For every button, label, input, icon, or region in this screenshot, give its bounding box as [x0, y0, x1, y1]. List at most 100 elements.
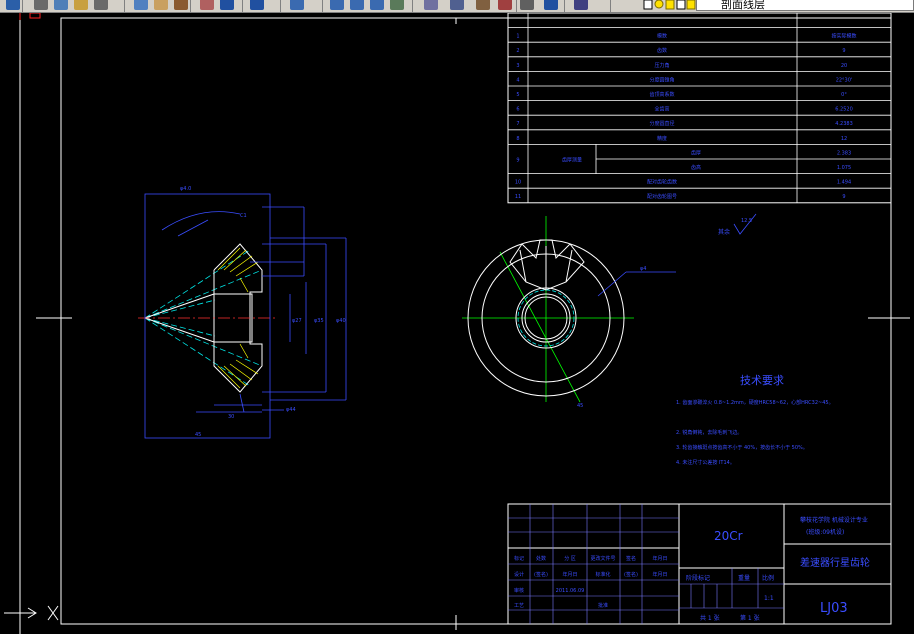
properties-icon[interactable]	[390, 0, 404, 10]
paste-icon[interactable]	[154, 0, 168, 10]
dim-label-b: φ27	[292, 318, 302, 324]
match-properties-icon[interactable]	[174, 0, 188, 10]
layer-state-icons-svg	[643, 0, 696, 10]
front-angle-label: 45	[577, 403, 583, 409]
undo-icon[interactable]	[220, 0, 234, 10]
side-dimensions	[144, 193, 347, 439]
param-value: 4.2383	[835, 121, 853, 127]
param-no: 2	[516, 48, 519, 54]
dim-label-e: 30	[228, 414, 234, 420]
brush-icon[interactable]	[200, 0, 214, 10]
param-table-row: 3 压力角 20	[516, 62, 847, 69]
notes-item-1: 1. 齿面渗碳淬火 0.8~1.2mm，硬度HRC58~62，心部HRC32~4…	[676, 399, 834, 406]
pan-icon[interactable]	[290, 0, 304, 10]
layer-dropdown-value: 剖面线层	[721, 0, 765, 11]
design-center-icon[interactable]	[424, 0, 438, 10]
ucs-icon	[4, 605, 59, 621]
param-no: 1	[516, 34, 519, 40]
dim-label-top: φ4.0	[180, 186, 191, 192]
title-block-cell: 年月日	[652, 555, 667, 562]
param-value: 1.494	[837, 180, 851, 186]
zoom-previous-icon[interactable]	[370, 0, 384, 10]
param-table-row: 6 全齿高 6.2520	[516, 106, 852, 113]
param-table-row: 11 配对齿轮图号 9	[515, 193, 846, 200]
param-table-row: 2 齿数 9	[516, 47, 845, 54]
title-block-cell: 2011.06.09	[556, 588, 585, 594]
toolbar-separator	[124, 0, 125, 12]
title-block-cell: 标准化	[595, 571, 610, 578]
title-block-cell: 标记	[514, 555, 524, 562]
param-table-row: 10 配对齿轮齿数 1.494	[515, 179, 851, 186]
copy-icon[interactable]	[134, 0, 148, 10]
front-dim-label: φ4	[640, 266, 646, 272]
drawing-svg: 1 模数 按实际模数 2 齿数 9 3 压力角 20 4 分度圆锥角 22°30' 5 齿顶高系数 0° 6 全…	[4, 13, 910, 634]
help-icon[interactable]	[544, 0, 558, 10]
part-name: 差速器行星齿轮	[800, 556, 870, 569]
param-no: 10	[515, 180, 521, 186]
title-block-cell: 批准	[598, 602, 608, 609]
param-name: 分度圆锥角	[649, 76, 674, 83]
param-no: 5	[516, 92, 519, 98]
print-icon[interactable]	[34, 0, 48, 10]
dim-label-f: 45	[195, 432, 201, 438]
cut-icon[interactable]	[94, 0, 108, 10]
save-icon[interactable]	[6, 0, 20, 10]
param-value: 9	[842, 48, 845, 54]
toolbar-separator	[280, 0, 281, 12]
param-no: 11	[515, 194, 521, 200]
redo-icon[interactable]	[250, 0, 264, 10]
drawing-canvas[interactable]: 1 模数 按实际模数 2 齿数 9 3 压力角 20 4 分度圆锥角 22°30' 5 齿顶高系数 0° 6 全…	[0, 13, 914, 634]
sheet-number: 第 1 张	[740, 614, 760, 622]
param-no: 8	[516, 136, 519, 142]
title-block-cell: 设计	[514, 571, 524, 578]
material-label: 20Cr	[714, 529, 743, 543]
drawing-number: LJ03	[820, 601, 848, 616]
title-block: 标记 处数分 区更改文件号 签名 年月日设计 (签名) 年月日 标准化 (签名) 年月日审核 20…	[507, 503, 892, 625]
red-frame-mark	[29, 13, 41, 19]
zoom-realtime-icon[interactable]	[330, 0, 344, 10]
param-name: 分度圆直径	[649, 120, 674, 127]
param-no: 4	[516, 77, 519, 83]
title-block-cell: 工艺	[514, 603, 524, 609]
title-block-cell: (签名)	[534, 571, 548, 578]
param-name: 齿顶高系数	[649, 91, 674, 98]
param-value: 12	[841, 136, 847, 142]
parameter-table: 1 模数 按实际模数 2 齿数 9 3 压力角 20 4 分度圆锥角 22°30' 5 齿顶高系数 0° 6 全…	[507, 13, 892, 204]
param-name: 齿数	[657, 47, 667, 54]
tool-palettes-icon[interactable]	[450, 0, 464, 10]
publish-icon[interactable]	[74, 0, 88, 10]
param-name: 全齿高	[654, 106, 669, 113]
title-block-cell: 签名	[626, 555, 636, 562]
title-block-cell: 分 区	[564, 555, 576, 562]
param-value: 20	[841, 63, 847, 69]
markup-icon[interactable]	[498, 0, 512, 10]
calculator-icon[interactable]	[520, 0, 534, 10]
toolbar-separator	[190, 0, 191, 12]
param-value: 22°30'	[836, 77, 853, 83]
param-no: 3	[516, 63, 519, 69]
toolbar-separator	[516, 0, 517, 12]
zoom-window-icon[interactable]	[350, 0, 364, 10]
toolbar-separator	[242, 0, 243, 12]
layer-manager-icon[interactable]	[574, 0, 588, 10]
param-table-row: 8 精度 12	[516, 135, 847, 142]
title-block-rows: 标记 处数分 区更改文件号 签名 年月日设计 (签名) 年月日 标准化 (签名) 年月日审核 20…	[514, 555, 668, 609]
notes-item-2: 2. 锐角倒钝，去除毛刺飞边。	[676, 429, 742, 436]
param-table-row: 7 分度圆直径 4.2383	[516, 120, 852, 127]
param-no: 7	[516, 121, 519, 127]
weight-label: 重量	[738, 574, 750, 582]
param-name: 配对齿轮图号	[647, 193, 677, 200]
standard-toolbar: 剖面线层	[0, 0, 914, 13]
param-value: 按实际模数	[831, 33, 856, 40]
layer-dropdown[interactable]: 剖面线层	[696, 0, 914, 11]
param-no: 6	[516, 107, 519, 113]
param-table-row: 5 齿顶高系数 0°	[516, 91, 847, 98]
param-value: 2.383	[837, 150, 851, 156]
param-value: 1.075	[837, 165, 851, 171]
sheet-set-icon[interactable]	[476, 0, 490, 10]
param-name: 模数	[657, 33, 667, 40]
param-table-row: 9 齿厚测量 齿厚 2.383	[516, 150, 851, 163]
toolbar-separator	[564, 0, 565, 12]
title-block-cell: 处数	[536, 555, 546, 562]
preview-icon[interactable]	[54, 0, 68, 10]
